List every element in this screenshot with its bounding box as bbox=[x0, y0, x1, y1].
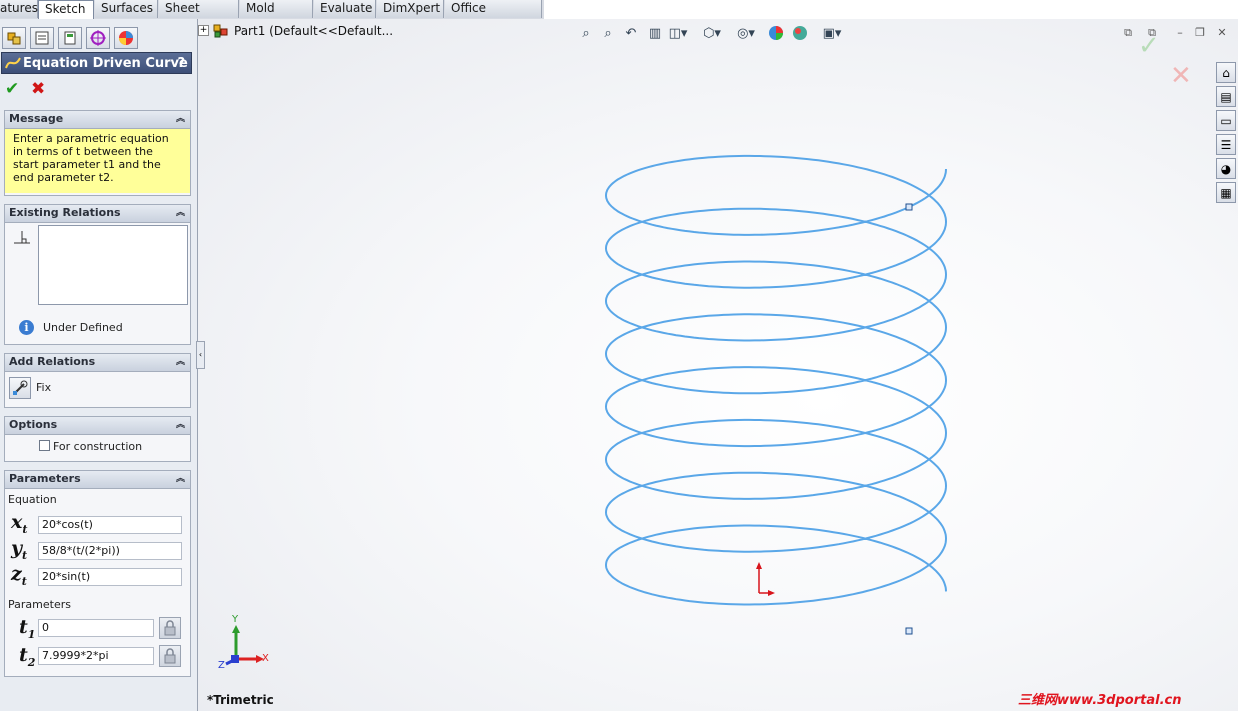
parameters-header[interactable]: Parameters ︽ bbox=[5, 471, 190, 489]
tile-horizontal-icon[interactable]: ⧉ bbox=[1120, 25, 1136, 41]
minimize-icon[interactable]: – bbox=[1172, 25, 1188, 41]
add-relations-group: Add Relations ︽ Fix bbox=[4, 353, 191, 408]
tab-dimxpert[interactable]: DimXpert bbox=[377, 0, 444, 18]
relations-icon bbox=[13, 229, 31, 247]
cancel-button[interactable]: ✖ bbox=[31, 79, 45, 99]
close-window-icon[interactable]: ✕ bbox=[1214, 25, 1230, 41]
equation-curve-icon bbox=[5, 55, 21, 79]
property-manager-title: Equation Driven Curve ? bbox=[1, 52, 192, 74]
existing-relations-list[interactable] bbox=[38, 225, 188, 305]
fix-relation-icon[interactable] bbox=[9, 377, 31, 399]
tab-sheet-metal[interactable]: Sheet Metal bbox=[159, 0, 239, 32]
reference-triad-icon bbox=[225, 625, 264, 666]
yt-symbol: yt bbox=[11, 537, 28, 562]
manager-tabs bbox=[0, 25, 197, 49]
display-manager-tab-icon[interactable] bbox=[114, 27, 138, 49]
xt-symbol: xt bbox=[11, 511, 28, 536]
t1-start-input[interactable]: 0 bbox=[38, 619, 154, 637]
view-palette-icon[interactable]: ☰ bbox=[1216, 134, 1236, 155]
zt-equation-input[interactable]: 20*sin(t) bbox=[38, 568, 182, 586]
tab-mold-tools[interactable]: Mold Tools bbox=[240, 0, 313, 32]
for-construction-label[interactable]: For construction bbox=[53, 440, 142, 453]
t2-symbol: t2 bbox=[19, 644, 36, 669]
zoom-to-fit-icon[interactable]: ⌕ bbox=[576, 23, 596, 43]
property-manager: Equation Driven Curve ? ✔ ✖ Message ︽ Ent… bbox=[0, 19, 205, 711]
helix-curve bbox=[604, 154, 948, 606]
page-title: Equation Driven Curve bbox=[23, 56, 188, 71]
feature-manager-tab-icon[interactable] bbox=[2, 27, 26, 49]
apply-scene-icon[interactable] bbox=[790, 23, 810, 43]
graphics-area[interactable]: Y X Z *Trimetric 三维网www.3dportal.cn + Pa… bbox=[198, 19, 1238, 711]
xt-equation-input[interactable]: 20*cos(t) bbox=[38, 516, 182, 534]
equation-label: Equation bbox=[8, 493, 57, 506]
part-label[interactable]: Part1 (Default<<Default... bbox=[234, 24, 393, 38]
view-orientation-label: *Trimetric bbox=[207, 693, 274, 707]
triad-y-label: Y bbox=[232, 614, 239, 625]
dimxpert-manager-tab-icon[interactable] bbox=[86, 27, 110, 49]
curve-start-point bbox=[905, 203, 913, 211]
view-orientation-icon[interactable]: ◫▾ bbox=[668, 23, 688, 43]
edit-appearance-icon[interactable] bbox=[766, 23, 786, 43]
message-group: Message ︽ Enter a parametric equation in … bbox=[4, 110, 191, 196]
display-style-icon[interactable]: ⬡▾ bbox=[702, 23, 722, 43]
t2-lock-icon[interactable] bbox=[159, 645, 181, 667]
restore-icon[interactable]: ❐ bbox=[1192, 25, 1208, 41]
helix-path bbox=[604, 154, 948, 606]
file-explorer-icon[interactable]: ▭ bbox=[1216, 110, 1236, 131]
sketch-origin-icon bbox=[756, 562, 775, 596]
confirm-cancel-icon[interactable]: ✕ bbox=[1170, 61, 1192, 91]
parameters-label: Parameters bbox=[8, 598, 71, 611]
zoom-to-area-icon[interactable]: ⌕ bbox=[598, 23, 618, 43]
info-icon: i bbox=[19, 320, 34, 335]
solidworks-resources-icon[interactable]: ⌂ bbox=[1216, 62, 1236, 83]
help-button[interactable]: ? bbox=[177, 53, 185, 75]
triad-z-label: Z bbox=[218, 660, 225, 671]
expand-toggle-icon[interactable]: + bbox=[198, 25, 209, 36]
existing-relations-group: Existing Relations ︽ i Under Defined bbox=[4, 204, 191, 345]
part-icon bbox=[213, 23, 229, 39]
design-library-icon[interactable]: ▤ bbox=[1216, 86, 1236, 107]
command-manager-tabs: atures Sketch Surfaces Sheet Metal Mold … bbox=[0, 0, 544, 32]
message-group-header[interactable]: Message ︽ bbox=[5, 111, 190, 129]
options-header[interactable]: Options ︽ bbox=[5, 417, 190, 435]
triad-x-label: X bbox=[262, 653, 269, 664]
tab-features[interactable]: atures bbox=[0, 0, 38, 18]
collapse-panel-handle[interactable]: ‹ bbox=[196, 341, 205, 369]
hide-show-items-icon[interactable]: ◎▾ bbox=[736, 23, 756, 43]
t2-end-input[interactable]: 7.9999*2*pi bbox=[38, 647, 154, 665]
yt-equation-input[interactable]: 58/8*(t/(2*pi)) bbox=[38, 542, 182, 560]
status-text: Under Defined bbox=[43, 321, 123, 334]
ok-button[interactable]: ✔ bbox=[5, 79, 19, 99]
message-text: Enter a parametric equation in terms of … bbox=[5, 129, 190, 193]
custom-properties-icon[interactable]: ▦ bbox=[1216, 182, 1236, 203]
view-settings-icon[interactable]: ▣▾ bbox=[822, 23, 842, 43]
confirm-ok-icon[interactable]: ✓ bbox=[1138, 31, 1160, 61]
curve-end-point bbox=[905, 627, 913, 635]
collapse-chevron-icon: ︽ bbox=[175, 357, 185, 367]
appearances-icon[interactable]: ◕ bbox=[1216, 158, 1236, 179]
parameters-group: Parameters ︽ Equation xt 20*cos(t) yt 58/… bbox=[4, 470, 191, 677]
collapse-chevron-icon: ︽ bbox=[175, 208, 185, 218]
section-view-icon[interactable]: ▥ bbox=[645, 23, 665, 43]
options-group: Options ︽ For construction bbox=[4, 416, 191, 462]
existing-relations-header[interactable]: Existing Relations ︽ bbox=[5, 205, 190, 223]
tab-sketch[interactable]: Sketch bbox=[38, 0, 94, 20]
watermark: 三维网www.3dportal.cn bbox=[1018, 693, 1182, 708]
add-relations-header[interactable]: Add Relations ︽ bbox=[5, 354, 190, 372]
collapse-chevron-icon: ︽ bbox=[175, 114, 185, 124]
property-manager-tab-icon[interactable] bbox=[30, 27, 54, 49]
zt-symbol: zt bbox=[11, 563, 27, 588]
for-construction-checkbox[interactable] bbox=[39, 440, 50, 451]
fix-relation-label[interactable]: Fix bbox=[36, 381, 51, 394]
collapse-chevron-icon: ︽ bbox=[175, 474, 185, 484]
tab-surfaces[interactable]: Surfaces bbox=[95, 0, 158, 18]
t1-lock-icon[interactable] bbox=[159, 617, 181, 639]
previous-view-icon[interactable]: ↶ bbox=[621, 23, 641, 43]
tab-office-products[interactable]: Office Products bbox=[445, 0, 542, 32]
configuration-manager-tab-icon[interactable] bbox=[58, 27, 82, 49]
collapse-chevron-icon: ︽ bbox=[175, 420, 185, 430]
t1-symbol: t1 bbox=[19, 616, 36, 641]
tab-evaluate[interactable]: Evaluate bbox=[314, 0, 376, 18]
helix-curve-canvas bbox=[225, 154, 948, 666]
